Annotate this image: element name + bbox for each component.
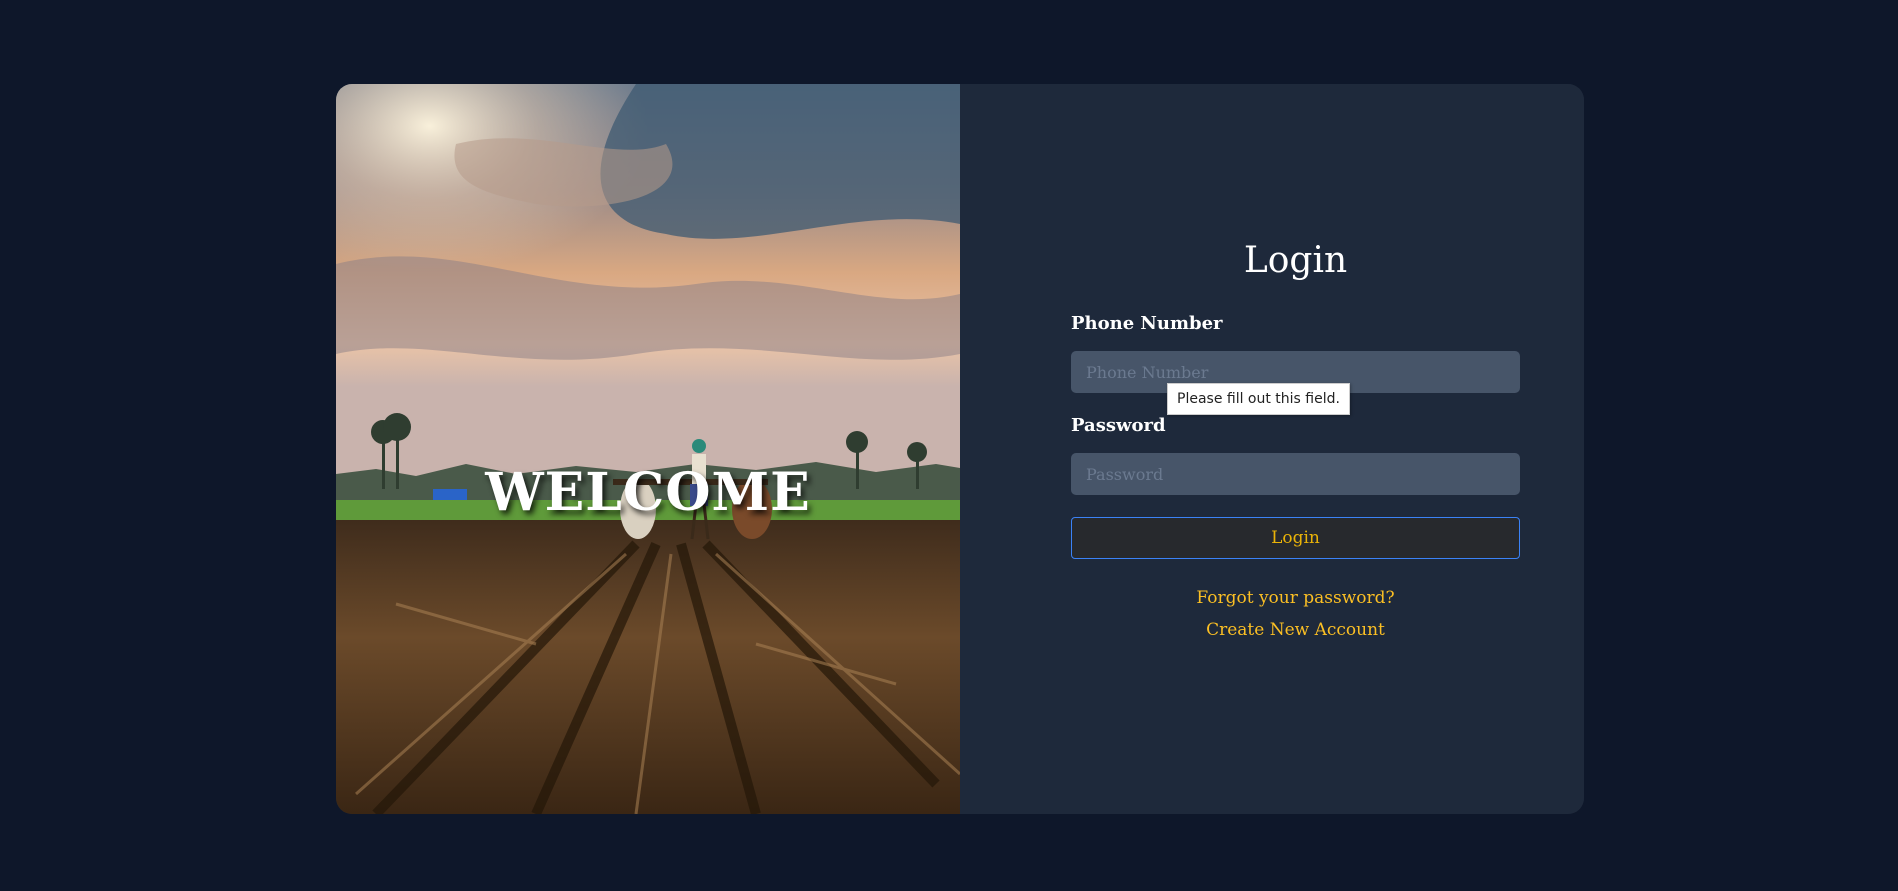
login-form: Login Phone Number Password Login Forgot… [1071,239,1520,646]
phone-group: Phone Number [1071,313,1520,393]
login-card: WELCOME Login Phone Number Password Logi… [336,84,1584,814]
validation-tooltip: Please fill out this field. [1167,383,1350,415]
login-button[interactable]: Login [1071,517,1520,559]
password-group: Password [1071,415,1520,495]
farm-landscape-image [336,84,960,814]
forgot-password-link[interactable]: Forgot your password? [1071,582,1520,614]
password-label: Password [1071,415,1166,436]
welcome-heading: WELCOME [485,462,811,523]
welcome-hero: WELCOME [336,84,960,814]
password-input[interactable] [1071,453,1520,495]
account-links: Forgot your password? Create New Account [1071,582,1520,646]
phone-label: Phone Number [1071,313,1223,334]
create-account-link[interactable]: Create New Account [1071,614,1520,646]
login-title: Login [1243,240,1348,281]
login-panel: Login Phone Number Password Login Forgot… [960,84,1584,814]
